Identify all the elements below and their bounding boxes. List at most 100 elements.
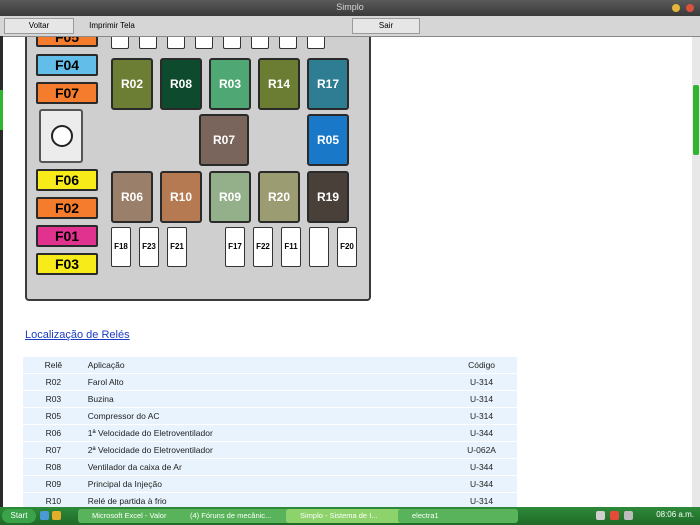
cell-relay: R03 xyxy=(23,391,84,407)
header-application: Aplicação xyxy=(83,357,447,373)
relay-r06: R06 xyxy=(111,171,153,223)
table-row: R10 Relé de partida à frio U-314 xyxy=(23,493,517,507)
task-excel[interactable]: Microsoft Excel - Valor xyxy=(78,509,186,523)
start-button[interactable]: Start xyxy=(2,509,36,523)
volume-icon[interactable] xyxy=(624,511,633,520)
socket-circle-icon xyxy=(51,125,73,147)
back-button[interactable]: Voltar xyxy=(4,18,74,34)
cell-code: U-344 xyxy=(446,476,517,492)
table-row: R08 Ventilador da caixa de Ar U-344 xyxy=(23,459,517,475)
cell-application: Farol Alto xyxy=(83,374,447,390)
cell-relay: R05 xyxy=(23,408,84,424)
relay-r02: R02 xyxy=(111,58,153,110)
window-title: Simplo xyxy=(336,2,364,12)
table-row: R09 Principal da Injeção U-344 xyxy=(23,476,517,492)
header-code: Código xyxy=(446,357,517,373)
table-row: R07 2ª Velocidade do Eletroventilador U-06… xyxy=(23,442,517,458)
relay-table: Relê Aplicação Código R02 Farol Alto U-314… xyxy=(23,356,517,507)
small-fuse-f22: F22 xyxy=(253,227,273,267)
cell-application: Compressor do AC xyxy=(83,408,447,424)
security-icon[interactable] xyxy=(610,511,619,520)
table-row: R06 1ª Velocidade do Eletroventilador U-34… xyxy=(23,425,517,441)
small-fuse-top xyxy=(223,37,241,49)
app-window: Simplo Voltar Imprimir Tela Sair F05 F04… xyxy=(0,0,700,507)
small-fuse-f20: F20 xyxy=(337,227,357,267)
cell-relay: R08 xyxy=(23,459,84,475)
small-fuse-f11: F11 xyxy=(281,227,301,267)
cell-relay: R10 xyxy=(23,493,84,507)
fuse-f01: F01 xyxy=(36,225,98,247)
exit-button[interactable]: Sair xyxy=(352,18,420,34)
table-row: R02 Farol Alto U-314 xyxy=(23,374,517,390)
fuse-f03: F03 xyxy=(36,253,98,275)
scrollbar-thumb[interactable] xyxy=(693,85,699,155)
title-bar: Simplo xyxy=(0,0,700,16)
cell-code: U-344 xyxy=(446,425,517,441)
cell-code: U-314 xyxy=(446,374,517,390)
table-header-row: Relê Aplicação Código xyxy=(23,357,517,373)
task-electra[interactable]: electra1 xyxy=(398,509,518,523)
small-fuse-top xyxy=(279,37,297,49)
relay-r17: R17 xyxy=(307,58,349,110)
relay-r20: R20 xyxy=(258,171,300,223)
relay-r14: R14 xyxy=(258,58,300,110)
header-relay: Relê xyxy=(23,357,84,373)
fuse-f02: F02 xyxy=(36,197,98,219)
cell-application: Principal da Injeção xyxy=(83,476,447,492)
small-fuse-top xyxy=(111,37,129,49)
table-row: R03 Buzina U-314 xyxy=(23,391,517,407)
relay-r10: R10 xyxy=(160,171,202,223)
fuse-f04: F04 xyxy=(36,54,98,76)
folder-icon[interactable] xyxy=(52,511,61,520)
relay-location-link[interactable]: Localização de Relés xyxy=(25,329,130,341)
relay-r19: R19 xyxy=(307,171,349,223)
relay-r03: R03 xyxy=(209,58,251,110)
cell-relay: R02 xyxy=(23,374,84,390)
fuse-f07: F07 xyxy=(36,82,98,104)
cell-code: U-344 xyxy=(446,459,517,475)
small-fuse-top xyxy=(167,37,185,49)
print-screen-button[interactable]: Imprimir Tela xyxy=(80,18,144,34)
cell-relay: R07 xyxy=(23,442,84,458)
cell-application: 1ª Velocidade do Eletroventilador xyxy=(83,425,447,441)
relay-r07: R07 xyxy=(199,114,249,166)
cell-application: Relé de partida à frio xyxy=(83,493,447,507)
relay-r05: R05 xyxy=(307,114,349,166)
small-fuse-f23: F23 xyxy=(139,227,159,267)
connector-socket xyxy=(39,109,83,163)
cell-relay: R06 xyxy=(23,425,84,441)
cell-code: U-314 xyxy=(446,408,517,424)
task-simplo[interactable]: Simplo - Sistema de I... xyxy=(286,509,406,523)
cell-application: Buzina xyxy=(83,391,447,407)
cell-code: U-062A xyxy=(446,442,517,458)
small-fuse-top xyxy=(251,37,269,49)
network-icon[interactable] xyxy=(596,511,605,520)
small-fuse-empty xyxy=(309,227,329,267)
cell-relay: R09 xyxy=(23,476,84,492)
fuse-f05: F05 xyxy=(36,37,98,47)
small-fuse-top xyxy=(139,37,157,49)
small-fuse-top xyxy=(195,37,213,49)
cell-application: Ventilador da caixa de Ar xyxy=(83,459,447,475)
cell-code: U-314 xyxy=(446,493,517,507)
close-button[interactable] xyxy=(686,4,694,12)
cell-code: U-314 xyxy=(446,391,517,407)
toolbar: Voltar Imprimir Tela Sair xyxy=(0,16,700,37)
content-area: F05 F04 F07 F06 F02 F01 F03 R02 R08 R03 … xyxy=(3,37,692,507)
small-fuse-f17: F17 xyxy=(225,227,245,267)
relay-r08: R08 xyxy=(160,58,202,110)
fuse-box-diagram: F05 F04 F07 F06 F02 F01 F03 R02 R08 R03 … xyxy=(25,37,371,301)
small-fuse-f21: F21 xyxy=(167,227,187,267)
fuse-f06: F06 xyxy=(36,169,98,191)
ie-icon[interactable] xyxy=(40,511,49,520)
task-forum[interactable]: (4) Fóruns de mecânic... xyxy=(176,509,294,523)
clock: 08:06 a.m. xyxy=(656,510,694,519)
cell-application: 2ª Velocidade do Eletroventilador xyxy=(83,442,447,458)
vertical-scrollbar[interactable] xyxy=(692,37,700,507)
small-fuse-top xyxy=(307,37,325,49)
relay-r09: R09 xyxy=(209,171,251,223)
table-row: R05 Compressor do AC U-314 xyxy=(23,408,517,424)
minimize-button[interactable] xyxy=(672,4,680,12)
taskbar: Start Microsoft Excel - Valor (4) Fóruns… xyxy=(0,507,700,525)
small-fuse-f18: F18 xyxy=(111,227,131,267)
